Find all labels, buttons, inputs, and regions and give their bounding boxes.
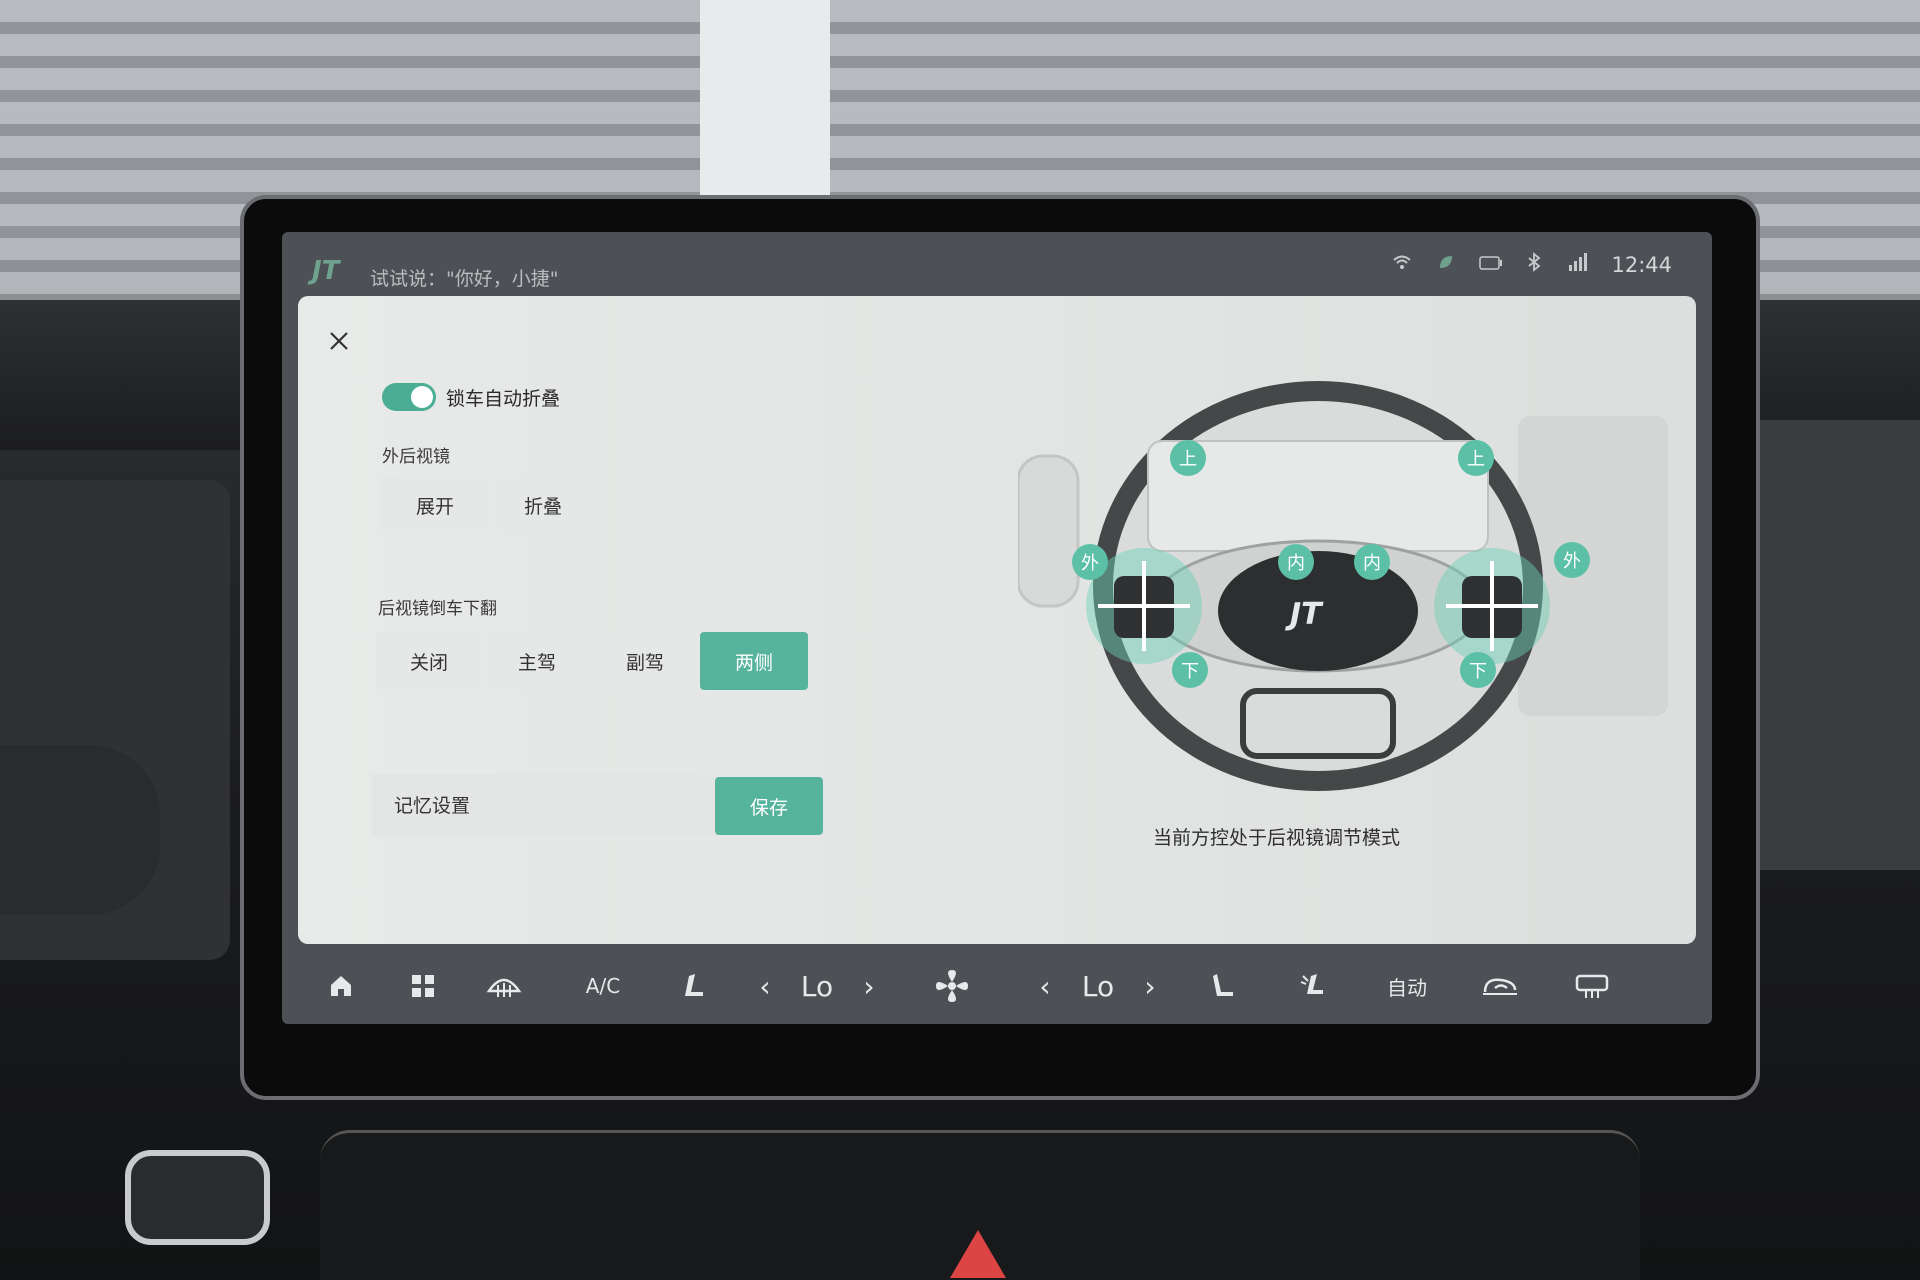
ac-button[interactable]: A/C [578,968,628,1004]
exterior-mirror-title: 外后视镜 [382,447,450,467]
up-right-badge: 上 [1458,440,1494,476]
close-icon[interactable] [322,326,356,360]
left-temp-up[interactable]: › [856,968,882,1004]
fold-button[interactable]: 折叠 [490,476,596,534]
left-temp-down[interactable]: ‹ [752,968,778,1004]
in-right-badge: 内 [1354,544,1390,580]
down-left-badge: 下 [1172,652,1208,688]
tilt-off-button[interactable]: 关闭 [376,632,482,690]
right-temp-down[interactable]: ‹ [1032,968,1058,1004]
air-vent-shape [1018,454,1080,608]
in-left-badge: 内 [1278,544,1314,580]
memory-label: 记忆设置 [394,795,471,817]
bluetooth-icon [1523,252,1545,277]
right-temp-value: Lo [1081,969,1115,1003]
reverse-tilt-title: 后视镜倒车下翻 [378,599,497,619]
out-left-badge: 外 [1072,544,1108,580]
seat-icon[interactable] [1206,968,1240,1004]
front-defrost-icon[interactable] [482,968,526,1004]
home-icon[interactable] [324,968,358,1004]
tilt-driver-button[interactable]: 主驾 [484,632,590,690]
console-knob [125,1150,270,1245]
lock-fold-toggle[interactable] [382,383,436,411]
toggle-knob [411,386,433,408]
brand-logo-icon: JT [312,256,340,286]
voice-hint[interactable]: 试试说："你好，小捷" [370,264,558,291]
fan-icon[interactable] [930,968,974,1004]
save-button[interactable]: 保存 [715,777,823,835]
leaf-icon [1435,253,1457,276]
left-temp-value: Lo [800,969,834,1003]
wheel-logo-icon: JT [1285,597,1324,632]
status-bar: JT 试试说："你好，小捷" 12:44 [282,232,1712,292]
lock-fold-row[interactable]: 锁车自动折叠 [382,383,560,411]
reverse-tilt-buttons: 关闭 主驾 副驾 两侧 [376,632,808,690]
out-right-badge: 外 [1554,542,1590,578]
tilt-passenger-button[interactable]: 副驾 [592,632,698,690]
status-icons: 12:44 [1391,252,1672,277]
lock-fold-label: 锁车自动折叠 [446,387,561,410]
clock: 12:44 [1611,252,1672,277]
unfold-button[interactable]: 展开 [382,476,488,534]
right-temp-up[interactable]: › [1137,968,1163,1004]
infotainment-screen: JT 试试说："你好，小捷" 12:44 锁车自动折叠 外后视镜 展开 折叠 后… [282,232,1712,1024]
auto-button[interactable]: 自动 [1382,968,1432,1004]
exterior-mirror-buttons: 展开 折叠 [382,476,596,534]
up-left-badge: 上 [1170,440,1206,476]
wifi-icon [1391,254,1413,275]
climate-dock: A/C ‹ Lo › ‹ Lo › 自动 [282,948,1712,1024]
rear-defrost-icon[interactable] [1570,968,1614,1004]
down-right-badge: 下 [1460,652,1496,688]
apps-icon[interactable] [406,968,440,1004]
tilt-both-button[interactable]: 两侧 [700,632,808,690]
battery-icon [1479,254,1503,275]
wiper-stalk [0,745,160,915]
hazard-icon [950,1230,1006,1278]
background-pillar [700,0,830,205]
mode-status-text: 当前方控处于后视镜调节模式 [1153,827,1401,849]
seat-heat-icon[interactable] [676,968,710,1004]
recirculation-icon[interactable] [1478,968,1522,1004]
mirror-settings-panel: 锁车自动折叠 外后视镜 展开 折叠 后视镜倒车下翻 关闭 主驾 副驾 两侧 记忆… [298,296,1696,944]
signal-icon [1567,253,1589,276]
seat-vent-icon[interactable] [1296,968,1330,1004]
